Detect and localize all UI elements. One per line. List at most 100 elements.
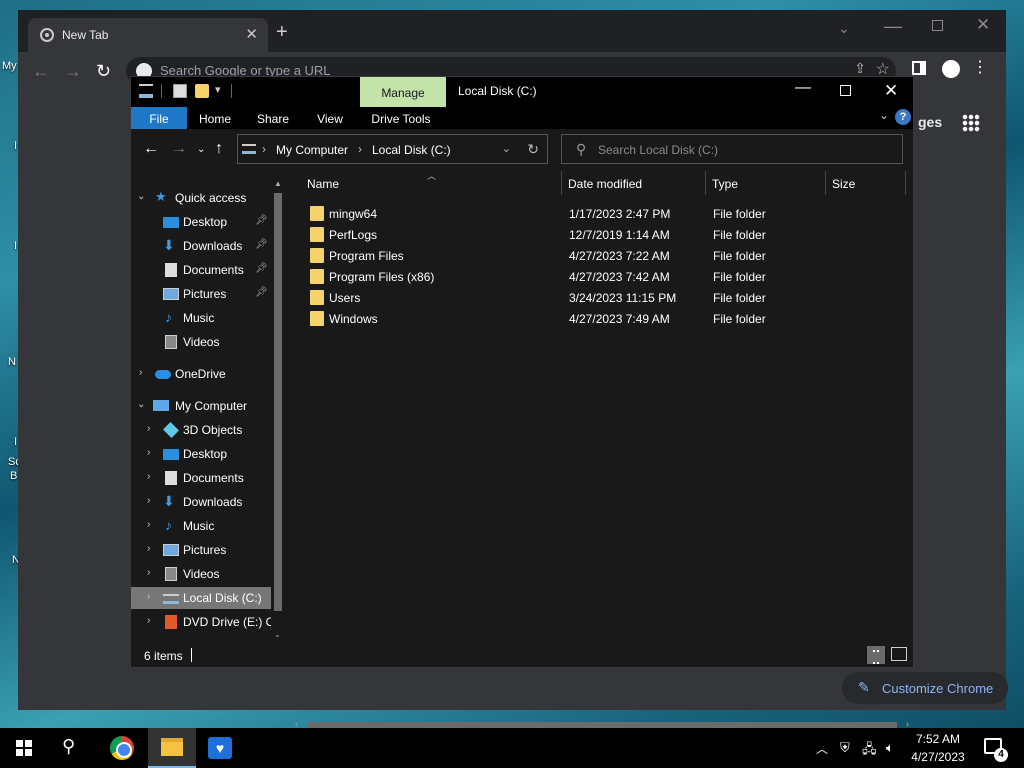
close-window-icon[interactable]: ✕ [884, 81, 898, 101]
nav-pc-dvd-drive[interactable]: › DVD Drive (E:) O [131, 611, 275, 633]
nav-pc-3d-objects[interactable]: › 3D Objects [131, 419, 271, 441]
side-panel-icon[interactable] [912, 61, 926, 75]
pin-icon[interactable]: 📌︎ [255, 287, 268, 298]
volume-icon[interactable]: 🔈︎ [886, 740, 894, 756]
nav-onedrive[interactable]: › OneDrive [131, 363, 271, 385]
breadcrumb-separator[interactable]: › [262, 142, 266, 156]
desktop-icon-label[interactable]: I [14, 140, 17, 152]
tab-view[interactable]: View [303, 107, 357, 129]
pin-icon[interactable]: 📌︎ [255, 263, 268, 274]
security-icon[interactable]: ⛨ [840, 740, 850, 756]
network-icon[interactable]: 🖧︎ [862, 740, 877, 762]
clock-time[interactable]: 7:52 AM [908, 732, 968, 746]
file-explorer-taskbar-button[interactable] [148, 728, 196, 768]
nav-qa-pictures[interactable]: Pictures 📌︎ [131, 283, 271, 305]
images-link[interactable]: ges [918, 114, 942, 130]
nav-qa-music[interactable]: ♪ Music [131, 307, 271, 329]
column-divider[interactable] [705, 171, 706, 195]
back-icon[interactable]: ← [143, 140, 159, 158]
refresh-icon[interactable]: ↻ [527, 141, 539, 158]
apps-grid-icon[interactable] [962, 114, 980, 132]
file-row[interactable]: Windows 4/27/2023 7:49 AM File folder [291, 308, 901, 329]
search-input[interactable] [598, 141, 888, 159]
search-icon[interactable]: ⚲ [62, 736, 75, 757]
nav-pc-music[interactable]: › ♪ Music [131, 515, 271, 537]
clock-date[interactable]: 4/27/2023 [906, 750, 970, 764]
desktop-icon-label[interactable]: N [8, 356, 16, 368]
file-row[interactable]: Users 3/24/2023 11:15 PM File folder [291, 287, 901, 308]
column-divider[interactable] [561, 171, 562, 195]
nav-pc-documents[interactable]: › Documents [131, 467, 271, 489]
kebab-menu-icon[interactable]: ⋮ [972, 60, 988, 76]
file-row[interactable]: PerfLogs 12/7/2019 1:14 AM File folder [291, 224, 901, 245]
chevron-right-icon[interactable]: › [147, 495, 150, 506]
pin-icon[interactable]: 📌︎ [255, 215, 268, 226]
nav-pc-downloads[interactable]: › ⬇ Downloads [131, 491, 271, 513]
tab-search-icon[interactable]: ⌄ [838, 20, 850, 37]
expand-ribbon-icon[interactable]: ⌄ [879, 108, 889, 122]
nav-qa-documents[interactable]: Documents 📌︎ [131, 259, 271, 281]
breadcrumb-separator[interactable]: › [358, 142, 362, 156]
search-box[interactable]: ⚲ [561, 134, 903, 164]
nav-qa-desktop[interactable]: Desktop 📌︎ [131, 211, 271, 233]
desktop-icon-label[interactable]: My [2, 60, 17, 72]
maximize-icon[interactable] [932, 20, 943, 31]
up-icon[interactable]: ↑ [215, 140, 223, 158]
minimize-icon[interactable]: — [795, 79, 811, 97]
column-date-modified[interactable]: Date modified [568, 177, 642, 191]
chevron-down-icon[interactable]: ⌄ [137, 191, 145, 202]
chevron-right-icon[interactable]: › [147, 423, 150, 434]
breadcrumb-local-disk[interactable]: Local Disk (C:) [372, 143, 451, 157]
manage-context-tab[interactable]: Manage [360, 77, 446, 107]
nav-pane-scrollbar[interactable]: ▲ ⌄ [271, 179, 285, 639]
minimize-icon[interactable]: — [884, 16, 902, 37]
recent-locations-icon[interactable]: ⌄ [197, 144, 205, 155]
new-folder-icon[interactable] [195, 84, 209, 98]
chevron-down-icon[interactable]: ⌄ [137, 399, 145, 410]
properties-icon[interactable] [173, 84, 187, 98]
chevron-right-icon[interactable]: › [147, 471, 150, 482]
nav-qa-downloads[interactable]: ⬇ Downloads 📌︎ [131, 235, 271, 257]
show-hidden-icons-icon[interactable]: ︿ [816, 740, 828, 757]
nav-my-computer[interactable]: ⌄ My Computer [131, 395, 271, 417]
close-tab-icon[interactable]: ✕ [245, 25, 258, 43]
column-size[interactable]: Size [832, 177, 855, 191]
column-name[interactable]: Name [307, 177, 339, 191]
nav-quick-access[interactable]: ⌄ ★ Quick access [131, 187, 271, 209]
breadcrumb-my-computer[interactable]: My Computer [276, 143, 348, 157]
file-row[interactable]: Program Files 4/27/2023 7:22 AM File fol… [291, 245, 901, 266]
nav-pc-videos[interactable]: › Videos [131, 563, 271, 585]
chevron-right-icon[interactable]: › [139, 367, 142, 378]
chevron-right-icon[interactable]: › [147, 591, 150, 602]
details-view-button[interactable] [867, 646, 885, 664]
chevron-right-icon[interactable]: › [147, 615, 150, 626]
maximize-icon[interactable] [840, 85, 851, 96]
scroll-up-icon[interactable]: ▲ [274, 179, 282, 188]
nav-pc-pictures[interactable]: › Pictures [131, 539, 271, 561]
large-icons-view-button[interactable] [891, 647, 907, 661]
customize-chrome-button[interactable]: ✎ Customize Chrome [842, 672, 1008, 704]
windows-start-icon[interactable] [16, 740, 32, 756]
chevron-right-icon[interactable]: › [147, 543, 150, 554]
scroll-down-icon[interactable]: ⌄ [274, 630, 281, 639]
desktop-icon-label[interactable]: I [14, 240, 17, 252]
health-app-icon[interactable]: ♥ [208, 737, 232, 759]
chevron-right-icon[interactable]: › [147, 567, 150, 578]
desktop-icon-label[interactable]: B [10, 470, 17, 482]
tab-drive-tools[interactable]: Drive Tools [363, 107, 439, 129]
tab-share[interactable]: Share [247, 107, 299, 129]
new-tab-button[interactable]: + [276, 22, 288, 42]
file-row[interactable]: mingw64 1/17/2023 2:47 PM File folder [291, 203, 901, 224]
desktop-icon-label[interactable]: I [14, 436, 17, 448]
column-type[interactable]: Type [712, 177, 738, 191]
forward-icon[interactable]: → [171, 140, 187, 158]
pin-icon[interactable]: 📌︎ [255, 239, 268, 250]
nav-pc-local-disk[interactable]: › Local Disk (C:) [131, 587, 271, 609]
close-window-icon[interactable]: ✕ [976, 15, 990, 35]
column-divider[interactable] [905, 171, 906, 195]
file-row[interactable]: Program Files (x86) 4/27/2023 7:42 AM Fi… [291, 266, 901, 287]
tab-file[interactable]: File [131, 107, 187, 129]
profile-avatar-icon[interactable] [942, 60, 960, 78]
reload-icon[interactable]: ↻ [96, 62, 111, 80]
column-divider[interactable] [825, 171, 826, 195]
